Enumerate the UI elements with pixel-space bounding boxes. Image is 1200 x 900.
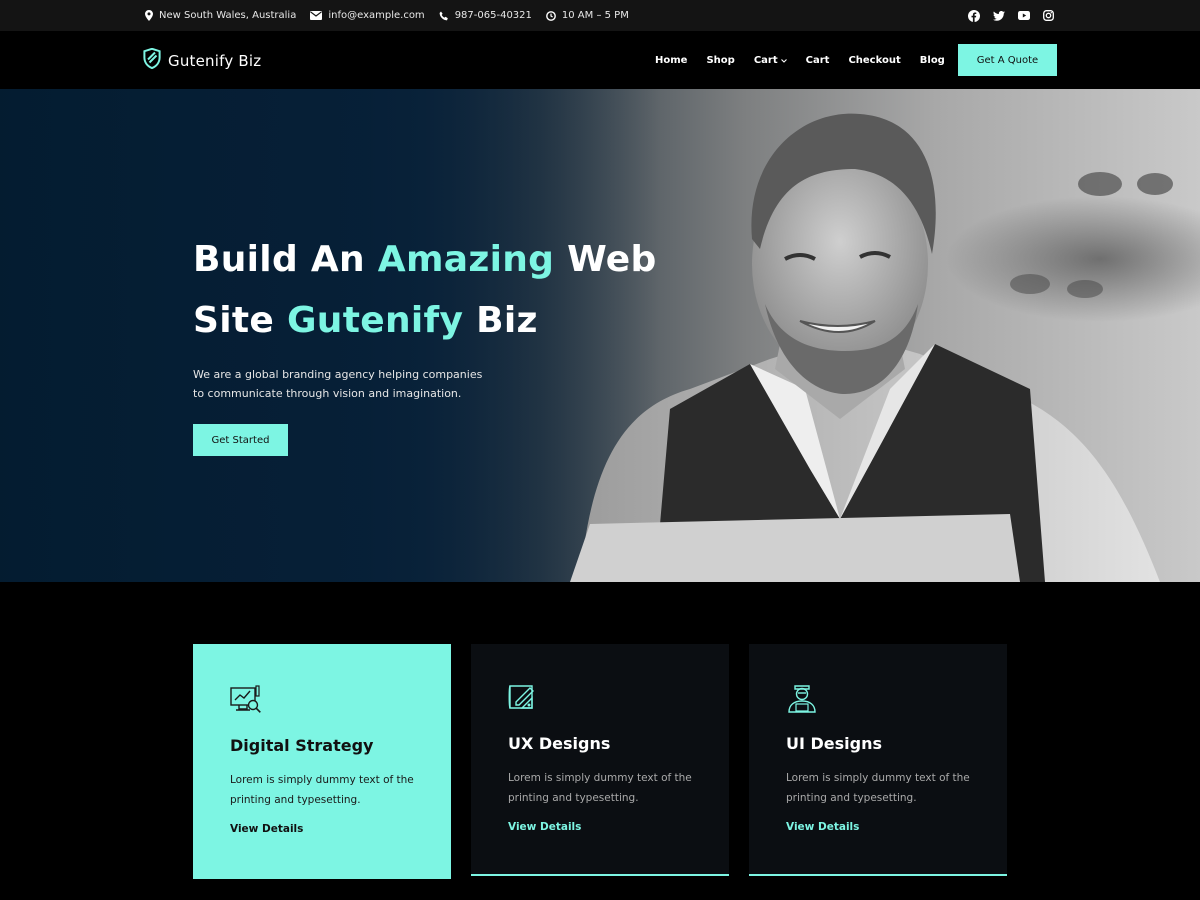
- hero-section: Build An Amazing Web Site Gutenify Biz W…: [0, 89, 1200, 582]
- ux-design-icon: [508, 682, 540, 716]
- hours-item: 10 AM – 5 PM: [545, 10, 629, 21]
- service-card-ui-designs[interactable]: UI Designs Lorem is simply dummy text of…: [749, 644, 1007, 876]
- site-logo[interactable]: Gutenify Biz: [143, 47, 262, 73]
- nav-label: Cart: [805, 54, 830, 66]
- hero-description: We are a global branding agency helping …: [193, 368, 483, 400]
- service-text: Lorem is simply dummy text of the printi…: [786, 772, 970, 804]
- hero-title-text: Build An: [193, 239, 378, 280]
- social-links: [968, 0, 1054, 31]
- email-text[interactable]: info@example.com: [328, 10, 424, 21]
- hero-title-highlight: Amazing: [377, 239, 555, 280]
- nav-label: Blog: [919, 54, 945, 66]
- nav-label: Shop: [706, 54, 735, 66]
- youtube-icon[interactable]: [1018, 11, 1030, 20]
- email-item[interactable]: info@example.com: [310, 10, 425, 21]
- phone-text[interactable]: 987-065-40321: [455, 10, 532, 21]
- service-title: UI Designs: [786, 734, 883, 753]
- hero-title: Build An Amazing Web Site Gutenify Biz: [193, 229, 673, 351]
- location-item: New South Wales, Australia: [145, 10, 296, 21]
- hero-title-text: Web: [554, 239, 657, 280]
- service-text: Lorem is simply dummy text of the printi…: [230, 774, 414, 806]
- get-started-button[interactable]: Get Started: [193, 424, 288, 456]
- nav-label: Home: [655, 54, 688, 66]
- view-details-link[interactable]: View Details: [786, 821, 859, 833]
- nav-cart[interactable]: Cart: [806, 55, 830, 66]
- strategy-icon: [230, 684, 262, 718]
- hero-title-text: Biz: [463, 300, 538, 341]
- view-details-link[interactable]: View Details: [230, 823, 303, 835]
- main-navigation: Home Shop Cart Cart Checkout Blog: [655, 31, 945, 89]
- instagram-icon[interactable]: [1043, 10, 1054, 21]
- services-section: Digital Strategy Lorem is simply dummy t…: [0, 582, 1200, 900]
- hours-text: 10 AM – 5 PM: [561, 10, 629, 21]
- site-header: Gutenify Biz Home Shop Cart Cart Checkou…: [0, 31, 1200, 89]
- twitter-icon[interactable]: [993, 10, 1005, 21]
- phone-item[interactable]: 987-065-40321: [439, 10, 532, 21]
- service-text: Lorem is simply dummy text of the printi…: [508, 772, 692, 804]
- top-info-bar: New South Wales, Australia info@example.…: [0, 0, 1200, 31]
- chevron-down-icon: [780, 55, 787, 66]
- service-title: UX Designs: [508, 734, 611, 753]
- envelope-icon: [310, 11, 323, 20]
- clock-icon: [545, 10, 556, 21]
- facebook-icon[interactable]: [968, 9, 980, 22]
- location-text: New South Wales, Australia: [159, 10, 297, 21]
- service-card-ux-designs[interactable]: UX Designs Lorem is simply dummy text of…: [471, 644, 729, 876]
- hero-title-highlight: Gutenify: [286, 300, 464, 341]
- nav-checkout[interactable]: Checkout: [848, 55, 900, 66]
- nav-label: Checkout: [848, 54, 901, 66]
- phone-icon: [439, 11, 449, 21]
- nav-label: Cart: [753, 54, 778, 66]
- hero-title-text: Site: [193, 300, 287, 341]
- nav-shop[interactable]: Shop: [706, 55, 734, 66]
- service-card-digital-strategy[interactable]: Digital Strategy Lorem is simply dummy t…: [193, 644, 451, 879]
- contact-info: New South Wales, Australia info@example.…: [145, 0, 629, 31]
- logo-text: Gutenify Biz: [168, 51, 262, 70]
- nav-blog[interactable]: Blog: [920, 55, 945, 66]
- service-title: Digital Strategy: [230, 736, 374, 755]
- map-pin-icon: [145, 10, 153, 21]
- get-a-quote-button[interactable]: Get A Quote: [958, 44, 1057, 76]
- nav-cart-dropdown[interactable]: Cart: [754, 55, 787, 66]
- nav-home[interactable]: Home: [655, 55, 687, 66]
- ui-design-icon: [786, 682, 818, 718]
- hero-content: Build An Amazing Web Site Gutenify Biz W…: [193, 229, 673, 456]
- view-details-link[interactable]: View Details: [508, 821, 581, 833]
- shield-logo-icon: [143, 47, 161, 73]
